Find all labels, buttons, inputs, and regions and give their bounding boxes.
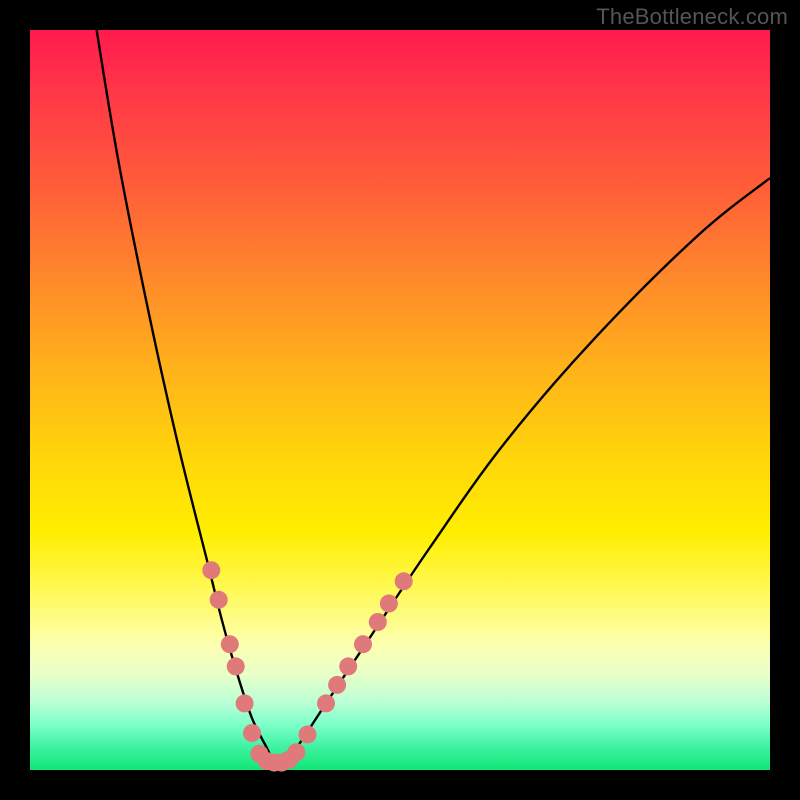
highlight-dot [354,635,372,653]
highlight-dots [202,561,412,771]
curve-svg [30,30,770,770]
highlight-dot [227,657,245,675]
highlight-dot [221,635,239,653]
highlight-dot [202,561,220,579]
watermark-text: TheBottleneck.com [596,4,788,30]
highlight-dot [243,724,261,742]
highlight-dot [380,595,398,613]
highlight-dot [317,694,335,712]
highlight-dot [287,743,305,761]
highlight-dot [339,657,357,675]
chart-frame: TheBottleneck.com [0,0,800,800]
highlight-dot [369,613,387,631]
highlight-dot [236,694,254,712]
plot-area [30,30,770,770]
highlight-dot [328,676,346,694]
highlight-dot [210,591,228,609]
bottleneck-curve [97,30,770,765]
highlight-dot [299,725,317,743]
highlight-dot [395,572,413,590]
